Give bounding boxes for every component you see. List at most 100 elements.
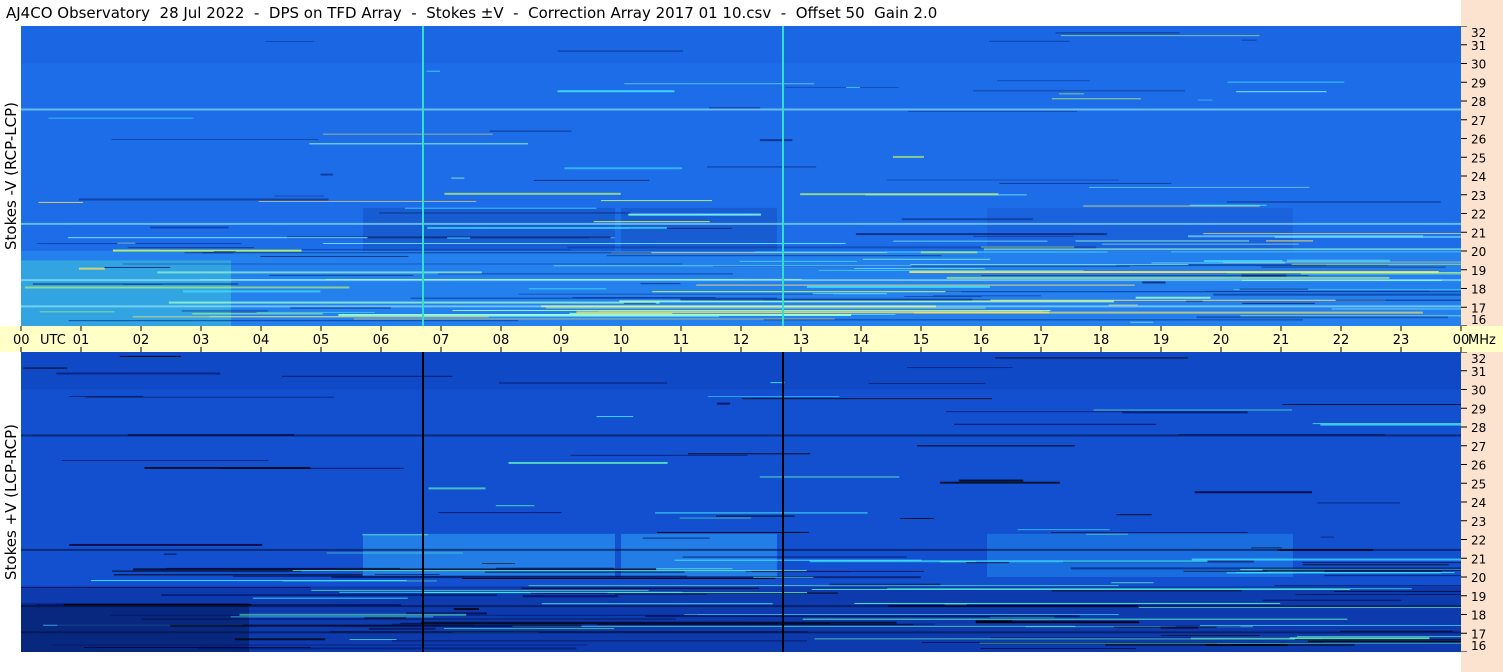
interference-streak [1138,607,1461,609]
interference-streak [1262,599,1402,601]
interference-streak [83,646,311,648]
interference-streak [21,305,1461,308]
interference-streak [973,90,1186,92]
freq-tick-label: 28 [1471,95,1486,109]
interference-streak [528,585,1119,587]
interference-streak [410,297,777,299]
interference-streak [1286,259,1390,262]
interference-streak [368,627,436,630]
time-tick-label: 07 [433,333,450,348]
interference-streak [917,445,1075,447]
interference-streak [901,218,1033,221]
interference-streak [103,266,171,268]
interference-streak [906,367,1013,369]
freq-tick-label: 20 [1471,571,1486,585]
interference-streak [940,481,1060,484]
interference-streak [1300,273,1461,275]
time-tick-label: 03 [193,333,210,348]
interference-streak [708,107,761,109]
interference-streak [111,138,319,140]
interference-streak [184,252,652,254]
interference-streak [759,139,793,142]
interference-streak [557,90,675,93]
interference-streak [1051,531,1248,533]
freq-tick-label: 29 [1471,402,1486,416]
heatmap-band-high-freq [21,26,1461,64]
freq-tick-label: 26 [1471,133,1486,147]
vertical-marker-line [422,352,424,652]
interference-streak [489,130,572,132]
time-tick-label: 21 [1273,333,1290,348]
interference-streak [127,247,254,249]
interference-streak [886,179,1119,181]
freq-tick-label: 30 [1471,384,1486,398]
interference-streak [1226,201,1441,203]
interference-streak [392,640,807,642]
interference-streak [122,283,162,285]
interference-streak [855,233,1107,236]
interference-streak [119,355,182,357]
interference-streak [553,265,912,267]
interference-streak [150,226,229,229]
interference-streak [997,80,1091,82]
freq-tick-label: 31 [1471,39,1486,53]
interference-streak [1204,260,1283,263]
interference-streak [1203,233,1461,235]
interference-streak [742,398,993,400]
interference-streak [37,243,242,245]
time-axis: 00 01 02 03 04 05 06 07 08 09 10 11 12 13 14 15 16 17 18 19… [0,326,1503,352]
interference-streak [309,143,528,145]
freq-tick-label: 26 [1471,459,1486,473]
bottom-frequency-axis: 32 31 30 29 28 27 26 25 24 23 22 21 20 19 18 17 16 [1461,351,1503,653]
interference-streak [1335,299,1461,301]
bottom-frequency-ticks: 3231302928272625242322212019181716 [1461,351,1486,653]
interference-streak [495,505,535,507]
interference-streak [447,237,471,239]
interference-streak [684,614,1119,616]
interference-streak [945,291,1461,293]
time-tick-label: 14 [853,333,870,348]
interference-streak [707,396,840,398]
interference-streak [854,268,985,270]
freq-tick-label: 18 [1471,283,1486,297]
interference-streak [1130,321,1154,323]
interference-streak [596,416,634,418]
interference-streak [1060,35,1260,37]
interference-streak [1111,582,1154,584]
vertical-marker-line [782,26,784,326]
interference-streak [338,313,852,316]
utc-label: UTC [40,333,66,348]
freq-tick-label: 23 [1471,515,1486,529]
freq-tick-label: 28 [1471,421,1486,435]
interference-streak [202,252,234,254]
interference-streak [1331,308,1461,310]
interference-streak [113,574,363,576]
interference-streak [1226,272,1461,274]
chart-title: AJ4CO Observatory 28 Jul 2022 - DPS on T… [6,4,938,22]
interference-streak [21,586,311,588]
interference-streak [21,434,1461,437]
interference-streak [657,531,809,533]
interference-streak [1324,575,1461,577]
interference-streak [811,588,1351,590]
time-tick-label: 09 [553,333,570,348]
freq-tick-label: 18 [1471,609,1486,623]
interference-streak [256,311,375,313]
interference-streak [806,285,990,288]
interference-streak [427,226,667,229]
interference-streak [981,246,1075,248]
interference-streak [802,618,1348,620]
freq-tick-label: 21 [1471,226,1486,240]
interference-streak [132,316,489,318]
interference-streak [973,235,1074,237]
interference-streak [339,591,683,593]
time-tick-label: 01 [73,333,90,348]
interference-streak [576,311,1049,314]
interference-streak [717,402,731,405]
interference-streak [1197,99,1213,101]
interference-streak [600,200,712,202]
interference-streak [1242,302,1315,304]
interference-streak [1291,263,1461,265]
freq-tick-label: 23 [1471,189,1486,203]
interference-streak [564,167,683,170]
